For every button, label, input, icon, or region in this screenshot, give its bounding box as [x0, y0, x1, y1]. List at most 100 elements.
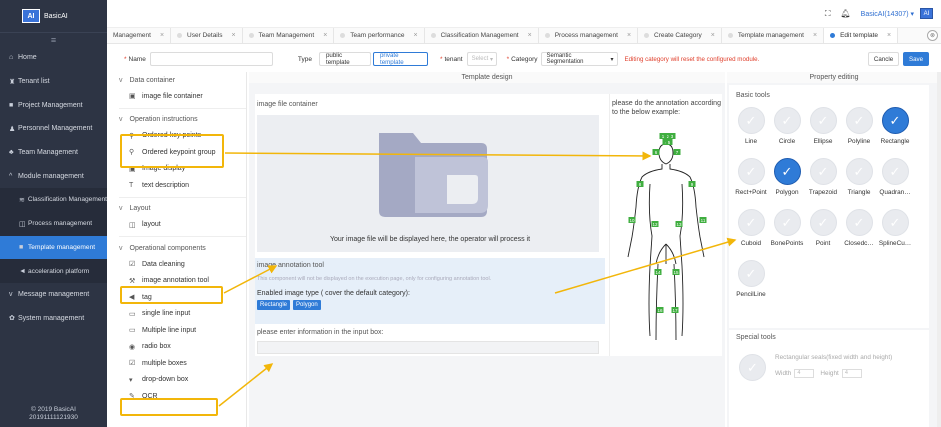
close-all-tabs-icon[interactable]: ⊗: [927, 30, 938, 41]
sidebar-item-label: Process management: [28, 220, 93, 228]
group-layout[interactable]: v Layout: [107, 201, 246, 217]
cancel-button[interactable]: Cancle: [868, 52, 899, 66]
sidebar-item-project-management[interactable]: ■ Project Management: [0, 93, 107, 117]
check-icon: ✓: [809, 158, 837, 185]
category-select[interactable]: Semantic Segmentation ▾: [541, 52, 619, 66]
close-icon[interactable]: ×: [413, 32, 417, 39]
tool-point[interactable]: ✓ Point: [805, 209, 841, 247]
user-menu[interactable]: BasicAI(14307) ▾: [861, 10, 914, 18]
check-icon: ✓: [881, 158, 909, 185]
tab-management[interactable]: Management ×: [107, 28, 172, 43]
component-multiple-boxes[interactable]: ☑ multiple boxes: [107, 355, 246, 372]
close-icon[interactable]: ×: [323, 32, 327, 39]
public-template-button[interactable]: public template: [318, 52, 371, 66]
component-drop-down-box[interactable]: ▾ drop-down box: [107, 372, 246, 389]
tool-pencilline[interactable]: ✓ PencilLine: [733, 260, 769, 298]
menu-collapse-icon[interactable]: ≡: [0, 33, 107, 46]
tool-trapezoid[interactable]: ✓ Trapezoid: [805, 158, 841, 196]
sidebar-item-tenant-list[interactable]: ♜ Tenant list: [0, 70, 107, 94]
sidebar-item-team-management[interactable]: ♣ Team Management: [0, 141, 107, 165]
close-icon[interactable]: ×: [160, 32, 164, 39]
tab-label: Create Category: [654, 32, 702, 39]
sidebar-item-system-management[interactable]: ✿ System management: [0, 307, 107, 331]
sidebar-item-home[interactable]: ⌂ Home: [0, 46, 107, 70]
close-icon[interactable]: ×: [627, 32, 631, 39]
tab-edit-template[interactable]: Edit template ×: [824, 28, 899, 43]
component-radio-box[interactable]: ◉ radio box: [107, 339, 246, 356]
tool-splinecu[interactable]: ✓ SplineCu…: [877, 209, 913, 247]
tool-label: Triangle: [847, 189, 871, 196]
tab-dot: [248, 33, 254, 38]
close-icon[interactable]: ×: [528, 32, 532, 39]
divider: [119, 236, 246, 237]
chevron-down-icon: v: [119, 205, 123, 212]
sidebar-item-message-management[interactable]: v Message management: [0, 283, 107, 307]
group-data-container[interactable]: v Data container: [107, 72, 246, 88]
tool-closedc[interactable]: ✓ Closedc…: [841, 209, 877, 247]
tab-team-performance[interactable]: Team performance ×: [334, 28, 425, 43]
component-text-description[interactable]: Ttext description: [107, 177, 246, 194]
tool-rectangle[interactable]: ✓ Rectangle: [877, 107, 913, 145]
tool-polygon[interactable]: ✓ Polygon: [769, 158, 805, 196]
save-button[interactable]: Save: [903, 52, 929, 66]
info-input[interactable]: [257, 341, 599, 354]
text-input-component[interactable]: please enter information in the input bo…: [255, 324, 605, 356]
tab-label: Team Management: [258, 32, 315, 39]
width-input[interactable]: 4: [794, 369, 815, 378]
tool-ellipse[interactable]: ✓ Ellipse: [805, 107, 841, 145]
component-label: layout: [142, 221, 161, 229]
tool-polyline[interactable]: ✓ Polyline: [841, 107, 877, 145]
name-input[interactable]: [149, 52, 273, 66]
tab-template-management[interactable]: Template management ×: [722, 28, 825, 43]
private-template-button[interactable]: private template: [372, 52, 428, 66]
tool-circle[interactable]: ✓ Circle: [769, 107, 805, 145]
fullscreen-icon[interactable]: ⛶: [825, 9, 831, 19]
avatar[interactable]: AI: [920, 8, 933, 19]
sidebar-item-process-management[interactable]: ◫ Process management: [0, 211, 107, 236]
sidebar-item-classification-management[interactable]: ≋ Classification Management: [0, 188, 107, 212]
tool-quadran[interactable]: ✓ Quadran…: [877, 158, 913, 196]
divider: [119, 196, 246, 198]
template-design-panel: Template design image file container You…: [249, 72, 725, 427]
group-title: Layout: [129, 205, 151, 212]
component-single-line-input[interactable]: ▭ single line input: [107, 306, 246, 323]
sidebar: AI BasicAI ≡ ⌂ Home ♜ Tenant list ■ Project M…: [0, 0, 107, 427]
rect-seal-toggle[interactable]: ✓: [739, 354, 766, 381]
tool-line[interactable]: ✓ Line: [733, 107, 769, 145]
keypoint-marker: 5: [665, 139, 673, 145]
design-canvas[interactable]: image file container Your image file wil…: [255, 94, 722, 356]
group-operational-components[interactable]: v Operational components: [107, 240, 246, 256]
tab-create-category[interactable]: Create Category ×: [638, 28, 722, 43]
sidebar-item-acceleration-platform[interactable]: ◄ acceleration platform: [0, 259, 107, 283]
component-image-file-container[interactable]: ▣ image file container: [107, 88, 246, 105]
brand[interactable]: AI BasicAI: [0, 0, 107, 33]
tab-user-details[interactable]: User Details ×: [171, 28, 243, 43]
tab-process-management[interactable]: Process management ×: [539, 28, 639, 43]
sidebar-item-personnel-management[interactable]: ♟ Personnel Management: [0, 117, 107, 141]
close-icon[interactable]: ×: [887, 32, 891, 39]
tool-label: BonePoints: [770, 240, 804, 247]
close-icon[interactable]: ×: [231, 32, 235, 39]
component-multiple-line-input[interactable]: ▭ Multiple line input: [107, 322, 246, 339]
bell-icon[interactable]: 🔔︎: [841, 9, 851, 18]
image-file-container[interactable]: image file container Your image file wil…: [255, 94, 605, 258]
tool-triangle[interactable]: ✓ Triangle: [841, 158, 877, 196]
tab-classification-management[interactable]: Classification Management ×: [425, 28, 539, 43]
group-operation-instructions[interactable]: v Operation instructions: [107, 112, 246, 128]
component-data-cleaning[interactable]: ☑ Data cleaning: [107, 256, 246, 273]
height-input[interactable]: 4: [841, 369, 862, 378]
sidebar-item-template-management[interactable]: ■ Template management: [0, 235, 107, 260]
component-layout[interactable]: ◫ layout: [107, 217, 246, 234]
tool-rect-point[interactable]: ✓ Rect+Point: [733, 158, 769, 196]
tab-team-management[interactable]: Team Management ×: [243, 28, 335, 43]
sidebar-item-module-management[interactable]: ^ Module management: [0, 164, 107, 188]
tool-bonepoints[interactable]: ✓ BonePoints: [769, 209, 805, 247]
close-icon[interactable]: ×: [711, 32, 715, 39]
design-title: Template design: [249, 72, 725, 83]
tab-dot: [830, 33, 836, 38]
image-annotation-tool[interactable]: image annotation tool This component wil…: [255, 258, 605, 324]
close-icon[interactable]: ×: [813, 32, 817, 39]
scrollbar[interactable]: [937, 72, 941, 427]
tool-cuboid[interactable]: ✓ Cuboid: [733, 209, 769, 247]
tenant-select[interactable]: Select ▾: [466, 52, 497, 66]
